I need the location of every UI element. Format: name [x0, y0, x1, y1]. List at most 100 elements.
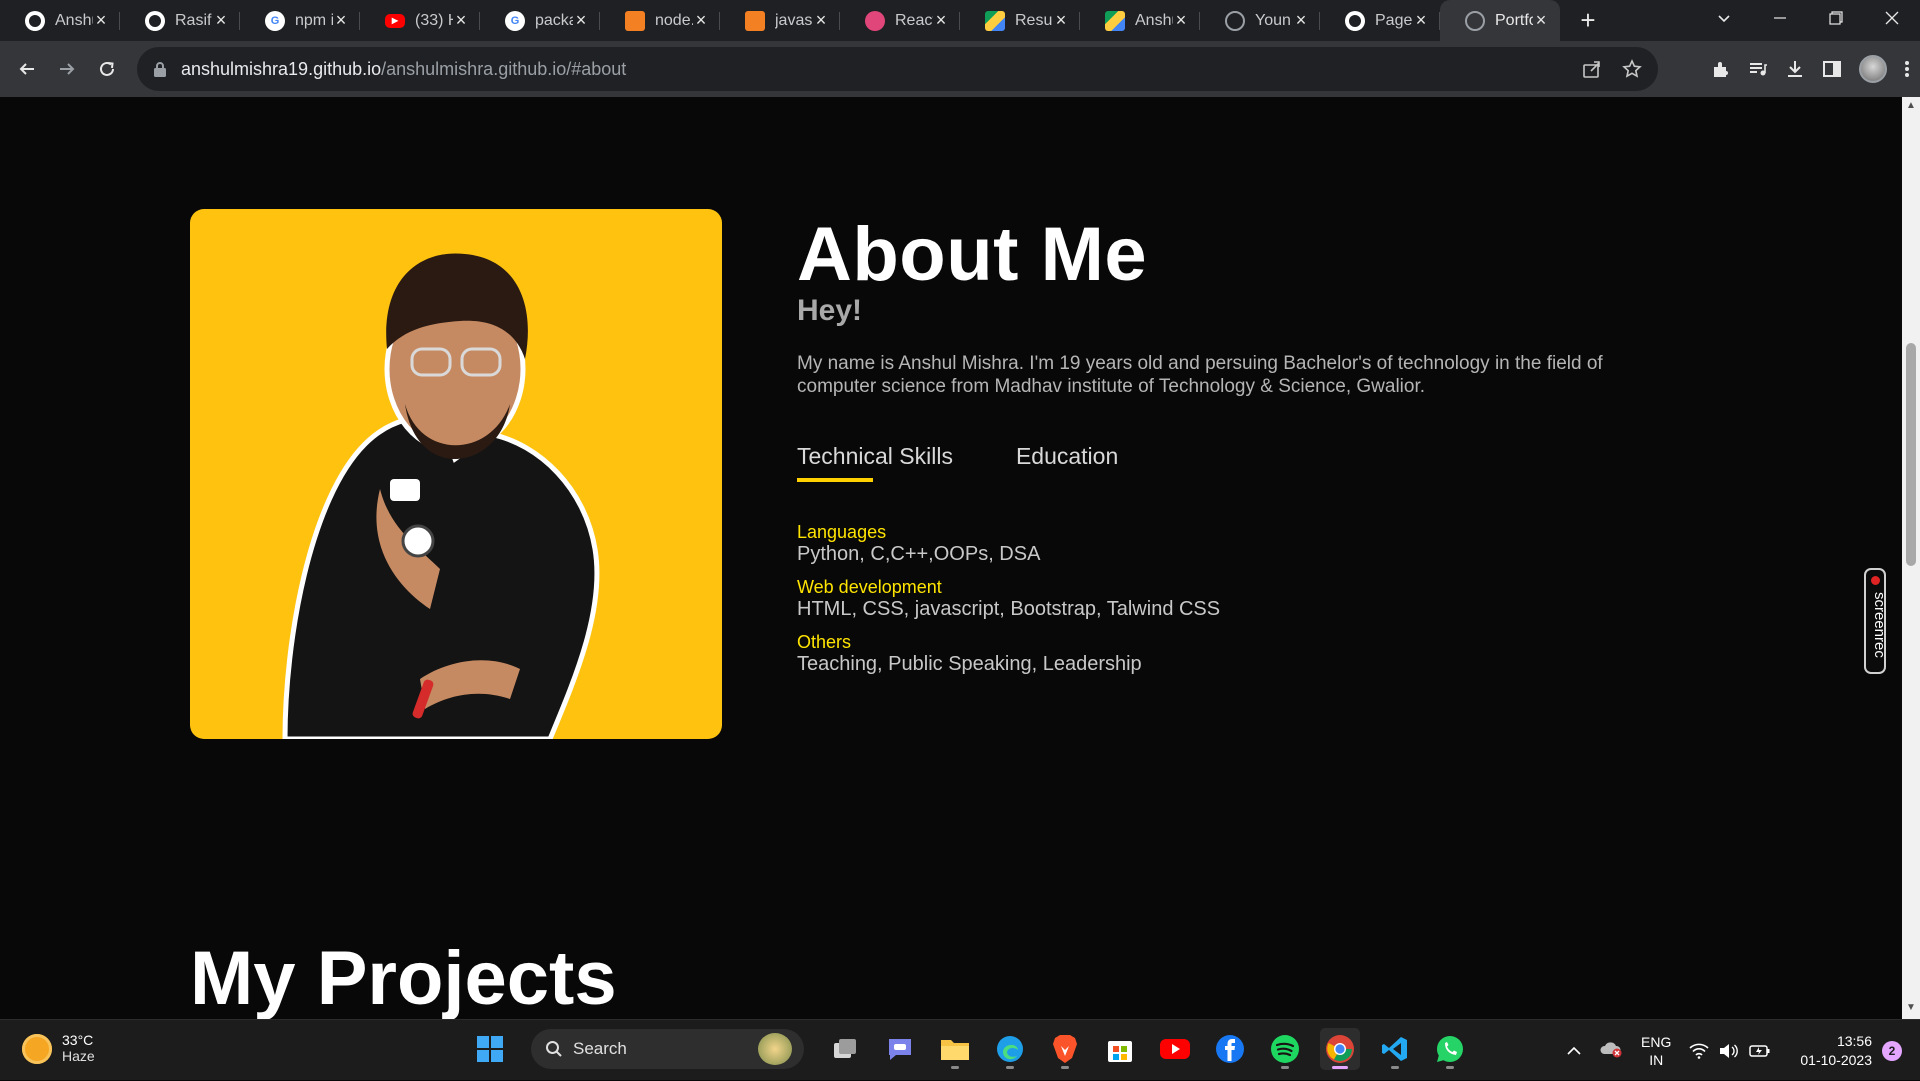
browser-tab[interactable]: React ×: [840, 0, 960, 41]
skill-title: Others: [797, 632, 852, 652]
task-view-icon: [834, 1039, 856, 1058]
facebook-icon: [1216, 1035, 1244, 1063]
tab-title: javas: [775, 11, 813, 29]
chrome-icon: [1326, 1035, 1354, 1063]
restore-button[interactable]: [1808, 11, 1864, 30]
reload-button[interactable]: [87, 49, 127, 89]
browser-tab[interactable]: Youn ×: [1200, 0, 1320, 41]
scroll-thumb[interactable]: [1906, 343, 1916, 566]
back-button[interactable]: [7, 49, 47, 89]
bookmark-star-icon[interactable]: [1622, 59, 1642, 79]
whatsapp-app-button[interactable]: [1430, 1028, 1470, 1070]
close-tab-icon[interactable]: ×: [1052, 11, 1070, 29]
github-icon: [1345, 10, 1365, 31]
screenrec-widget[interactable]: screenrec: [1864, 568, 1888, 674]
youtube-app-button[interactable]: [1155, 1028, 1195, 1070]
close-tab-icon[interactable]: ×: [332, 11, 350, 29]
side-panel-icon[interactable]: [1822, 59, 1842, 79]
skill-value: Python, C,C++,OOPs, DSA: [797, 543, 1041, 565]
close-tab-icon[interactable]: ×: [1412, 11, 1430, 29]
chrome-app-button[interactable]: [1320, 1028, 1360, 1070]
share-icon[interactable]: [1582, 59, 1602, 79]
download-icon[interactable]: [1785, 59, 1805, 79]
quick-settings-button[interactable]: [1689, 1043, 1771, 1059]
edge-button[interactable]: [990, 1028, 1030, 1070]
profile-avatar[interactable]: [1859, 55, 1887, 83]
battery-charging-icon: [1749, 1044, 1770, 1057]
media-control-icon[interactable]: [1748, 59, 1768, 79]
weather-temperature: 33°C: [62, 1032, 94, 1048]
tab-technical-skills[interactable]: Technical Skills: [797, 443, 953, 482]
task-view-button[interactable]: [825, 1028, 865, 1070]
microsoft-store-button[interactable]: [1100, 1028, 1140, 1070]
close-tab-icon[interactable]: ×: [1172, 11, 1190, 29]
browser-tab[interactable]: Anshu×: [0, 0, 120, 41]
weather-widget[interactable]: 33°C Haze: [22, 1032, 95, 1065]
globe-icon: [1225, 10, 1245, 31]
close-tab-icon[interactable]: ×: [212, 11, 230, 29]
scroll-up-arrow-icon[interactable]: ▲: [1906, 101, 1916, 111]
scroll-down-arrow-icon[interactable]: ▼: [1906, 1003, 1916, 1013]
running-indicator: [1446, 1066, 1454, 1069]
browser-tab[interactable]: node. ×: [600, 0, 720, 41]
browser-tab[interactable]: Gpacka×: [480, 0, 600, 41]
about-tabs: Technical Skills Education: [797, 443, 1118, 482]
close-tab-icon[interactable]: ×: [1292, 11, 1310, 29]
forward-arrow-icon: [60, 63, 75, 75]
running-indicator: [1281, 1066, 1289, 1069]
close-tab-icon[interactable]: ×: [932, 11, 950, 29]
skill-item: Web development HTML, CSS, javascript, B…: [797, 577, 1220, 621]
forward-button[interactable]: [47, 49, 87, 89]
browser-toolbar: anshulmishra19.github.io/anshulmishra.gi…: [0, 41, 1920, 97]
running-indicator: [1006, 1066, 1014, 1069]
browser-tab[interactable]: Anshu×: [1080, 0, 1200, 41]
close-window-button[interactable]: [1864, 11, 1920, 30]
lock-icon[interactable]: [153, 61, 167, 77]
browser-tab[interactable]: Gnpm i ×: [240, 0, 360, 41]
language-indicator[interactable]: ENG IN: [1641, 1033, 1671, 1069]
brave-button[interactable]: [1045, 1028, 1085, 1070]
running-indicator: [1332, 1066, 1348, 1069]
browser-tab[interactable]: Portfo×: [1440, 0, 1560, 41]
extensions-icon[interactable]: [1711, 59, 1731, 79]
onedrive-status-button[interactable]: [1599, 1040, 1623, 1061]
browser-tab[interactable]: ▶ (33) H×: [360, 0, 480, 41]
show-hidden-icons-button[interactable]: [1567, 1043, 1581, 1059]
tab-education[interactable]: Education: [1016, 443, 1118, 482]
more-menu-icon[interactable]: [1904, 59, 1910, 79]
tab-title: Rasif: [175, 11, 212, 29]
vscode-app-button[interactable]: [1375, 1028, 1415, 1070]
browser-tab[interactable]: Rasif ×: [120, 0, 240, 41]
close-tab-icon[interactable]: ×: [812, 11, 830, 29]
close-tab-icon[interactable]: ×: [452, 11, 470, 29]
clock-date: 01-10-2023: [1800, 1051, 1872, 1068]
browser-tab[interactable]: javas ×: [720, 0, 840, 41]
teams-chat-button[interactable]: [880, 1028, 920, 1070]
close-tab-icon[interactable]: ×: [692, 11, 710, 29]
taskbar-search-box[interactable]: Search: [531, 1029, 804, 1069]
notification-badge[interactable]: 2: [1882, 1040, 1902, 1061]
close-tab-icon[interactable]: ×: [92, 11, 110, 29]
new-tab-button[interactable]: +: [1568, 0, 1608, 41]
minimize-button[interactable]: [1752, 11, 1808, 30]
running-indicator: [951, 1066, 959, 1069]
clock[interactable]: 13:56 01-10-2023: [1800, 1032, 1872, 1070]
tab-title: React: [895, 11, 933, 29]
page-scrollbar[interactable]: ▲ ▼: [1902, 97, 1920, 1019]
tab-search-icon[interactable]: [1696, 10, 1752, 31]
tab-title: (33) H: [415, 11, 453, 29]
skill-value: Teaching, Public Speaking, Leadership: [797, 653, 1142, 675]
spotify-app-button[interactable]: [1265, 1028, 1305, 1070]
tab-title: Portfo: [1495, 11, 1533, 29]
chat-icon: [889, 1039, 911, 1060]
file-explorer-button[interactable]: [935, 1028, 975, 1070]
close-tab-icon[interactable]: ×: [1532, 11, 1550, 29]
address-bar[interactable]: anshulmishra19.github.io/anshulmishra.gi…: [137, 47, 1658, 91]
skill-title: Web development: [797, 577, 942, 597]
browser-tab[interactable]: Resun×: [960, 0, 1080, 41]
facebook-app-button[interactable]: [1210, 1028, 1250, 1070]
start-button[interactable]: [470, 1028, 510, 1070]
close-tab-icon[interactable]: ×: [572, 11, 590, 29]
volume-icon: [1720, 1043, 1739, 1058]
browser-tab[interactable]: Page: ×: [1320, 0, 1440, 41]
